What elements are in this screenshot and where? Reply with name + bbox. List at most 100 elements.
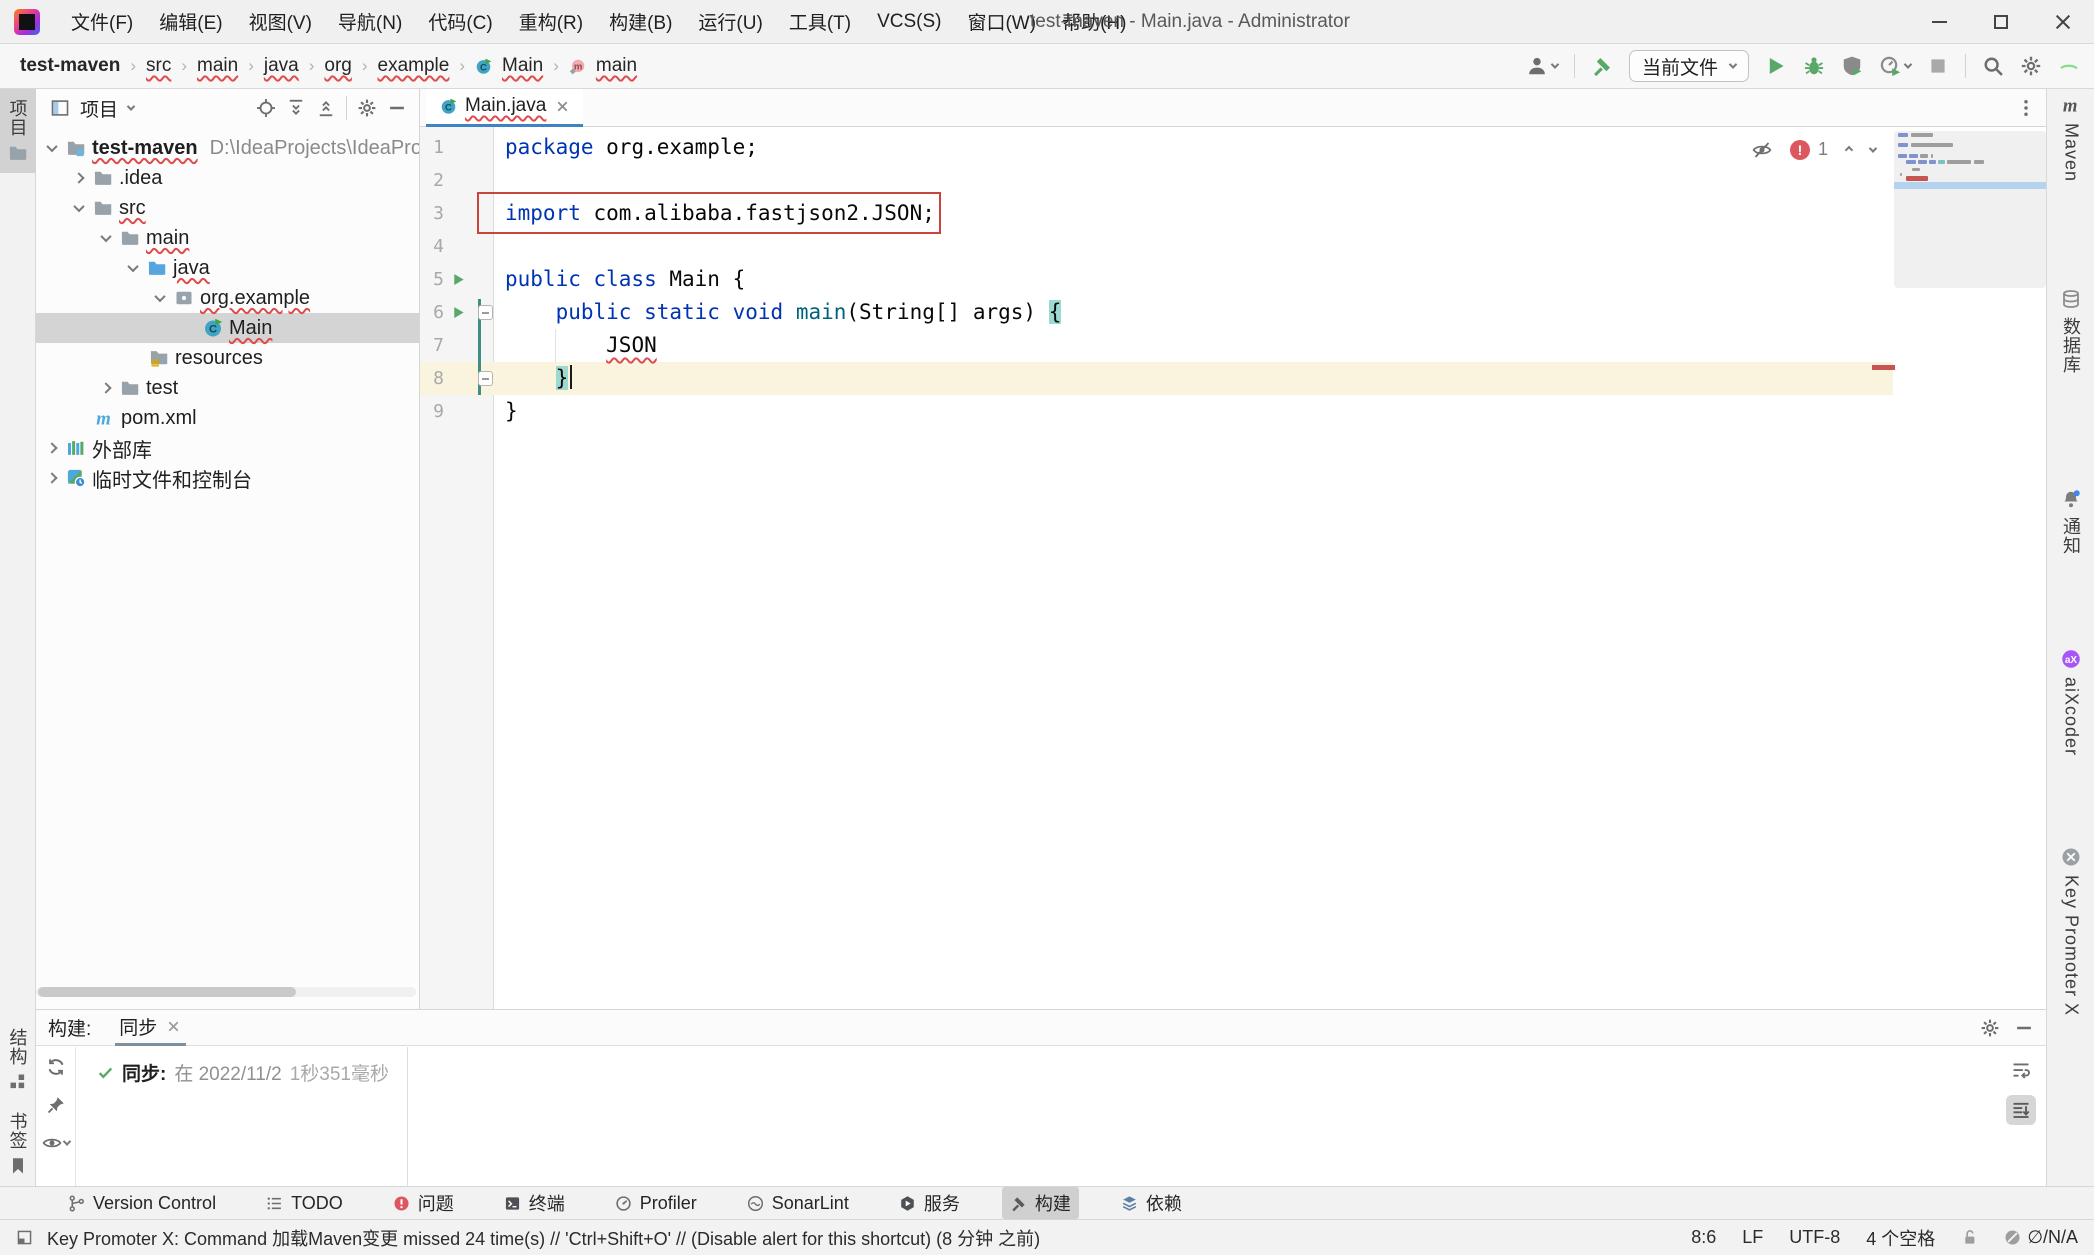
code-line-8[interactable]: 8 } — [420, 362, 1893, 395]
hide-build-panel-button[interactable] — [2014, 1018, 2034, 1038]
fold-marker[interactable] — [478, 371, 493, 386]
chevron-down-icon[interactable] — [46, 141, 57, 152]
run-main-gutter-icon[interactable] — [451, 305, 466, 320]
stripe-structure-button[interactable]: 结构 — [0, 1018, 36, 1102]
view-options-button[interactable] — [42, 1133, 70, 1153]
tree-row-org-example[interactable]: org.example — [36, 283, 420, 313]
breadcrumb-src[interactable]: src — [146, 55, 171, 77]
memory-indicator[interactable]: ∅/N/A — [2004, 1227, 2078, 1248]
code-line-3[interactable]: 3 import com.alibaba.fastjson2.JSON; — [420, 197, 1893, 230]
stripe-maven-button[interactable]: Maven — [2047, 95, 2094, 182]
debug-button[interactable] — [1803, 55, 1825, 77]
tree-row-main-class[interactable]: Main — [36, 313, 420, 343]
tree-row-scratches[interactable]: 临时文件和控制台 — [36, 463, 420, 493]
tree-row-external-libraries[interactable]: 外部库 — [36, 433, 420, 463]
chevron-right-icon[interactable] — [46, 442, 57, 453]
lock-icon[interactable] — [1961, 1229, 1978, 1246]
tree-row-java[interactable]: java — [36, 253, 420, 283]
code-line-2[interactable]: 2 — [420, 164, 1893, 197]
code-line-7[interactable]: 7 JSON — [420, 329, 1893, 362]
user-menu-button[interactable] — [1526, 55, 1558, 77]
stripe-database-button[interactable]: 数据库 — [2047, 289, 2094, 374]
hide-highlights-eye-icon[interactable] — [1752, 140, 1772, 160]
tree-row-resources[interactable]: resources — [36, 343, 420, 373]
horizontal-scrollbar[interactable] — [38, 987, 296, 997]
breadcrumb-class-main[interactable]: Main — [502, 55, 543, 77]
close-tab-icon[interactable] — [554, 98, 571, 115]
menu-run[interactable]: 运行(U) — [685, 0, 775, 44]
fold-marker[interactable] — [478, 305, 493, 320]
stripe-bookmarks-button[interactable]: 书签 — [0, 1102, 36, 1186]
tree-row-main[interactable]: main — [36, 223, 420, 253]
toolwindow-dependencies[interactable]: 依赖 — [1113, 1187, 1190, 1219]
stripe-project-button[interactable]: 项目 — [0, 89, 36, 173]
stripe-keypromoter-button[interactable]: Key Promoter X — [2047, 847, 2094, 1016]
chevron-down-icon[interactable] — [73, 201, 84, 212]
stripe-aixcoder-button[interactable]: aiXcoder — [2047, 649, 2094, 756]
close-icon[interactable] — [165, 1018, 182, 1035]
tree-row-src[interactable]: src — [36, 193, 420, 223]
toolwindow-build[interactable]: 构建 — [1002, 1187, 1079, 1219]
menu-tools[interactable]: 工具(T) — [776, 0, 864, 44]
stop-button[interactable] — [1927, 55, 1949, 77]
profiler-run-button[interactable] — [1879, 55, 1911, 77]
tree-row-test[interactable]: test — [36, 373, 420, 403]
breadcrumb-main-dir[interactable]: main — [197, 55, 238, 77]
toolwindow-terminal[interactable]: 终端 — [496, 1187, 573, 1219]
breadcrumb-org[interactable]: org — [324, 55, 351, 77]
tab-main-java[interactable]: Main.java — [426, 89, 583, 127]
toolwindow-problems[interactable]: 问题 — [385, 1187, 462, 1219]
caret-position[interactable]: 8:6 — [1691, 1227, 1716, 1248]
menu-code[interactable]: 代码(C) — [415, 0, 505, 44]
minimize-button[interactable] — [1908, 0, 1970, 44]
hide-panel-button[interactable] — [387, 98, 407, 118]
menu-navigate[interactable]: 导航(N) — [325, 0, 415, 44]
locate-file-button[interactable] — [256, 98, 276, 118]
indent-setting[interactable]: 4 个空格 — [1866, 1225, 1935, 1251]
close-button[interactable] — [2032, 0, 2094, 44]
code-line-1[interactable]: 1 package org.example; — [420, 131, 1893, 164]
run-configuration-select[interactable]: 当前文件 — [1629, 50, 1749, 82]
breadcrumb-example[interactable]: example — [378, 55, 450, 77]
editor-body[interactable]: 1 package org.example; 2 3 import com.al… — [420, 127, 2046, 1009]
ide-assistant-icon[interactable] — [2058, 55, 2080, 77]
menu-refactor[interactable]: 重构(R) — [506, 0, 596, 44]
status-message[interactable]: Key Promoter X: Command 加载Maven变更 missed… — [47, 1225, 1040, 1251]
soft-wrap-toggle[interactable] — [2006, 1055, 2036, 1085]
chevron-down-icon[interactable] — [127, 261, 138, 272]
search-everywhere-button[interactable] — [1982, 55, 2004, 77]
file-encoding[interactable]: UTF-8 — [1789, 1227, 1840, 1248]
run-button[interactable] — [1765, 55, 1787, 77]
next-error-icon[interactable] — [1869, 144, 1877, 152]
maximize-button[interactable] — [1970, 0, 2032, 44]
code-line-6[interactable]: 6 public static void main(String[] args)… — [420, 296, 1893, 329]
panel-settings-button[interactable] — [357, 98, 377, 118]
menu-build[interactable]: 构建(B) — [596, 0, 685, 44]
toolwindow-todo[interactable]: TODO — [258, 1190, 351, 1217]
chevron-right-icon[interactable] — [46, 472, 57, 483]
pin-icon[interactable] — [46, 1095, 66, 1115]
menu-vcs[interactable]: VCS(S) — [864, 0, 954, 44]
minimap-viewport[interactable] — [1894, 182, 2046, 189]
stripe-notifications-button[interactable]: 通知 — [2047, 489, 2094, 555]
breadcrumb-java[interactable]: java — [264, 55, 299, 77]
settings-button[interactable] — [2020, 55, 2042, 77]
refresh-icon[interactable] — [46, 1057, 66, 1077]
toolwindow-switcher-icon[interactable] — [16, 1229, 33, 1246]
error-badge-icon[interactable] — [1790, 140, 1810, 160]
chevron-down-icon[interactable] — [154, 291, 165, 302]
toolwindow-profiler[interactable]: Profiler — [607, 1190, 705, 1217]
run-class-gutter-icon[interactable] — [451, 272, 466, 287]
scroll-to-end-toggle[interactable] — [2006, 1095, 2036, 1125]
build-hammer-button[interactable] — [1591, 55, 1613, 77]
chevron-down-icon[interactable] — [127, 102, 135, 110]
toolwindow-sonarlint[interactable]: SonarLint — [739, 1190, 857, 1217]
editor-options-kebab-icon[interactable] — [2016, 98, 2036, 118]
menu-file[interactable]: 文件(F) — [58, 0, 146, 44]
collapse-all-button[interactable] — [316, 98, 336, 118]
coverage-run-button[interactable] — [1841, 55, 1863, 77]
code-minimap[interactable] — [1894, 131, 2046, 288]
sync-result-row[interactable]: 同步: 在 2022/11/2 1秒351毫秒 — [77, 1047, 407, 1086]
previous-error-icon[interactable] — [1845, 145, 1853, 153]
menu-view[interactable]: 视图(V) — [236, 0, 325, 44]
